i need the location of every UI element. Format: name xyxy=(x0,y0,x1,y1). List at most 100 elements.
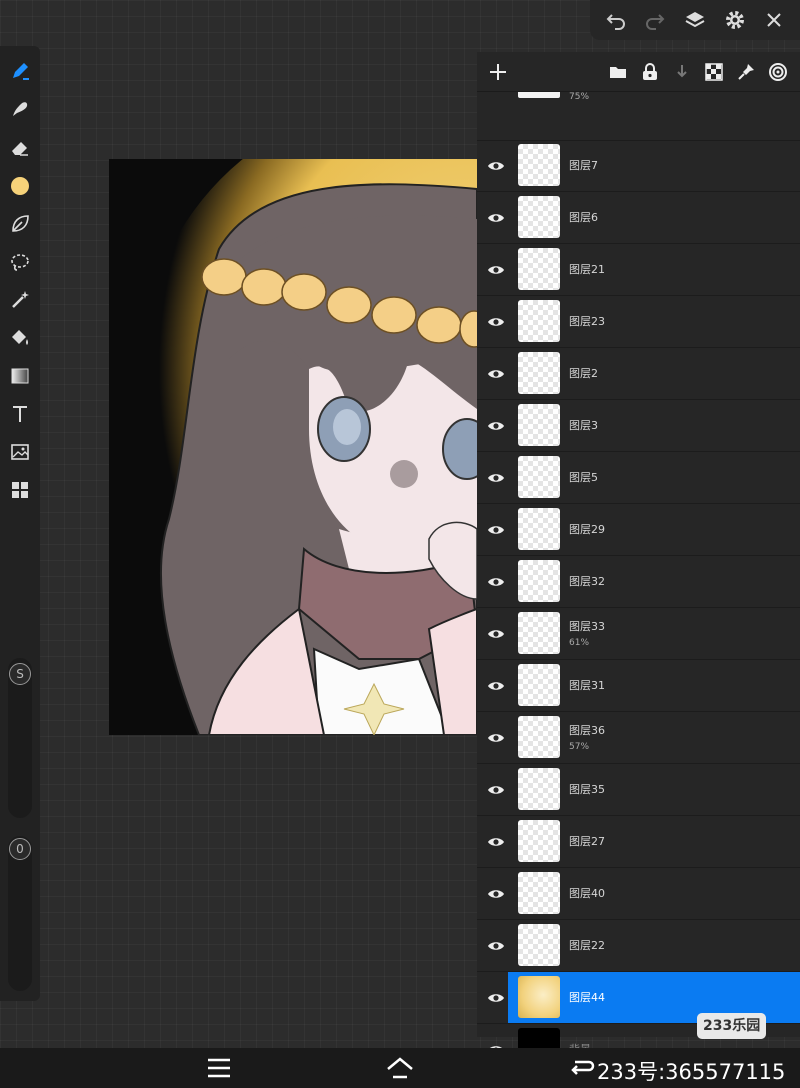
back-icon[interactable] xyxy=(566,1056,596,1080)
watermark-logo: 233乐园 xyxy=(697,1013,767,1039)
visibility-eye-icon[interactable] xyxy=(483,933,509,959)
smudge-icon[interactable] xyxy=(7,96,33,122)
visibility-eye-icon[interactable] xyxy=(483,153,509,179)
layer-row[interactable]: 图层23 xyxy=(477,296,800,348)
merge-down-icon[interactable] xyxy=(668,58,696,86)
lasso-icon[interactable] xyxy=(7,249,33,275)
layer-name: 图层44 xyxy=(569,991,605,1004)
folder-icon[interactable] xyxy=(604,58,632,86)
layer-name: 图层32 xyxy=(569,575,605,588)
target-icon[interactable] xyxy=(764,58,792,86)
layer-name: 图层22 xyxy=(569,939,605,952)
opacity-slider-knob[interactable]: 0 xyxy=(9,838,31,860)
layer-row[interactable]: 图层3 xyxy=(477,400,800,452)
settings-icon[interactable] xyxy=(722,7,748,33)
layer-thumbnail xyxy=(518,976,560,1018)
layer-row[interactable]: 图层31 xyxy=(477,660,800,712)
top-toolbar xyxy=(590,0,800,40)
eraser-icon[interactable] xyxy=(7,135,33,161)
layer-name: 图层35 xyxy=(569,783,605,796)
visibility-eye-icon[interactable] xyxy=(483,621,509,647)
layer-name: 图层36 xyxy=(569,724,605,737)
visibility-eye-icon[interactable] xyxy=(483,985,509,1011)
left-toolbar: S 0 xyxy=(0,46,40,1001)
layer-thumbnail xyxy=(518,560,560,602)
gradient-icon[interactable] xyxy=(7,363,33,389)
redo-icon[interactable] xyxy=(642,7,668,33)
pin-icon[interactable] xyxy=(732,58,760,86)
layer-name: 图层40 xyxy=(569,887,605,900)
layer-name: 图层5 xyxy=(569,471,598,484)
layer-name: 图层3 xyxy=(569,419,598,432)
fill-bucket-icon[interactable] xyxy=(7,325,33,351)
layer-row[interactable]: 图层36 57% xyxy=(477,712,800,764)
visibility-eye-icon[interactable] xyxy=(483,361,509,387)
layer-row[interactable]: 图层6 xyxy=(477,192,800,244)
watermark-qq-text: 233号:365577115 xyxy=(597,1060,786,1084)
layer-row[interactable]: 图层2 xyxy=(477,348,800,400)
layer-thumbnail xyxy=(518,196,560,238)
brush-icon[interactable] xyxy=(7,58,33,84)
visibility-eye-icon[interactable] xyxy=(483,829,509,855)
layer-name: 图层7 xyxy=(569,159,598,172)
layer-row[interactable]: 图层29 xyxy=(477,504,800,556)
visibility-eye-icon[interactable] xyxy=(483,725,509,751)
visibility-eye-icon[interactable] xyxy=(483,517,509,543)
visibility-eye-icon[interactable] xyxy=(483,257,509,283)
lock-icon[interactable] xyxy=(636,58,664,86)
grid-icon[interactable] xyxy=(7,477,33,503)
layer-row[interactable]: 图层7 xyxy=(477,140,800,192)
layer-row[interactable]: 图层35 xyxy=(477,764,800,816)
undo-icon[interactable] xyxy=(603,7,629,33)
menu-icon[interactable] xyxy=(204,1056,234,1080)
layer-thumbnail xyxy=(518,300,560,342)
layer-row[interactable]: 图层33 61% xyxy=(477,608,800,660)
layer-name: 图层2 xyxy=(569,367,598,380)
visibility-eye-icon[interactable] xyxy=(483,777,509,803)
layer-thumbnail xyxy=(518,768,560,810)
layer-name: 图层23 xyxy=(569,315,605,328)
text-icon[interactable] xyxy=(7,401,33,427)
leaf-shape-icon[interactable] xyxy=(7,211,33,237)
visibility-eye-icon[interactable] xyxy=(483,673,509,699)
layer-name: 图层31 xyxy=(569,679,605,692)
layer-opacity: 75% xyxy=(569,92,590,102)
layer-row[interactable]: 图层5 xyxy=(477,452,800,504)
layer-row[interactable]: 图层32 xyxy=(477,556,800,608)
visibility-eye-icon[interactable] xyxy=(483,881,509,907)
layer-thumbnail xyxy=(518,820,560,862)
layer-row[interactable]: 图层40 xyxy=(477,868,800,920)
add-layer-icon[interactable] xyxy=(485,59,511,85)
artwork xyxy=(109,159,477,735)
visibility-eye-icon[interactable] xyxy=(483,465,509,491)
layer-row[interactable]: 图层27 xyxy=(477,816,800,868)
layer-thumbnail xyxy=(518,664,560,706)
size-slider-knob[interactable]: S xyxy=(9,663,31,685)
layer-opacity: 61% xyxy=(569,638,590,648)
layer-list: 图层7 图层6 图层21 图层23 图层2 图层3 图层5 图层29 图层32 图层33 61% 图层… xyxy=(477,140,800,1076)
layer-name: 图层21 xyxy=(569,263,605,276)
visibility-eye-icon[interactable] xyxy=(483,309,509,335)
layer-thumbnail xyxy=(518,924,560,966)
magic-wand-icon[interactable] xyxy=(7,287,33,313)
layer-thumbnail xyxy=(518,716,560,758)
layer-name: 图层33 xyxy=(569,620,605,633)
drawing-canvas[interactable] xyxy=(109,159,477,735)
layer-thumbnail xyxy=(518,352,560,394)
visibility-eye-icon[interactable] xyxy=(483,205,509,231)
visibility-eye-icon[interactable] xyxy=(483,413,509,439)
layer-row[interactable]: 图层21 xyxy=(477,244,800,296)
close-icon[interactable] xyxy=(761,7,787,33)
layer-thumbnail xyxy=(518,612,560,654)
layer-thumbnail xyxy=(518,456,560,498)
layers-icon[interactable] xyxy=(682,7,708,33)
visibility-eye-icon[interactable] xyxy=(483,569,509,595)
layer-thumbnail xyxy=(518,248,560,290)
image-icon[interactable] xyxy=(7,439,33,465)
transparency-icon[interactable] xyxy=(700,58,728,86)
layer-row-partial[interactable]: 75% xyxy=(477,92,800,141)
home-icon[interactable] xyxy=(385,1056,415,1080)
color-swatch[interactable] xyxy=(7,173,33,199)
layer-thumbnail xyxy=(518,92,560,98)
layer-row[interactable]: 图层22 xyxy=(477,920,800,972)
